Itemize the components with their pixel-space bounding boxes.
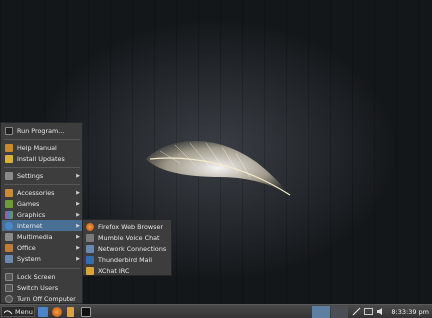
menu-item-label: Run Program... xyxy=(17,126,65,135)
submenu-item-label: Network Connections xyxy=(98,244,167,253)
network-icon xyxy=(86,244,94,253)
menu-item-lock-screen[interactable]: Lock Screen xyxy=(2,271,82,282)
menu-item-run-program[interactable]: Run Program... xyxy=(2,125,82,136)
menu-item-turn-off-computer[interactable]: Turn Off Computer xyxy=(2,293,82,304)
run-icon xyxy=(5,126,13,135)
switch-users-icon xyxy=(5,283,13,292)
submenu-arrow-icon: ▶ xyxy=(76,255,80,262)
mumble-icon xyxy=(86,233,94,242)
internet-icon xyxy=(5,221,13,230)
submenu-arrow-icon: ▶ xyxy=(76,222,80,229)
submenu-item-firefox[interactable]: Firefox Web Browser xyxy=(84,221,171,232)
taskbar: Menu 8:33:39 pm xyxy=(0,304,432,318)
settings-icon xyxy=(5,171,13,180)
firefox-launcher-icon[interactable] xyxy=(52,307,62,317)
menu-item-label: Help Manual xyxy=(17,143,57,152)
submenu-item-label: XChat IRC xyxy=(98,266,130,275)
submenu-arrow-icon: ▶ xyxy=(76,211,80,218)
menu-item-label: Multimedia xyxy=(17,232,53,241)
menu-separator xyxy=(4,184,80,185)
submenu-item-network-connections[interactable]: Network Connections xyxy=(84,243,171,254)
submenu-item-label: Thunderbird Mail xyxy=(98,255,153,264)
workspace-1[interactable] xyxy=(312,306,330,318)
application-menu: Run Program... Help Manual Install Updat… xyxy=(0,122,83,304)
system-icon xyxy=(5,254,13,263)
power-icon xyxy=(5,294,13,303)
submenu-item-label: Firefox Web Browser xyxy=(98,222,164,231)
submenu-arrow-icon: ▶ xyxy=(76,200,80,207)
menu-item-label: Graphics xyxy=(17,210,46,219)
submenu-arrow-icon: ▶ xyxy=(76,189,80,196)
menu-item-multimedia[interactable]: Multimedia ▶ xyxy=(2,231,82,242)
thunderbird-icon xyxy=(86,255,94,264)
menu-item-settings[interactable]: Settings ▶ xyxy=(2,170,82,181)
lock-icon xyxy=(5,272,13,281)
menu-separator xyxy=(4,268,80,269)
menu-item-label: Turn Off Computer xyxy=(17,294,76,303)
submenu-arrow-icon: ▶ xyxy=(76,244,80,251)
menu-item-label: Lock Screen xyxy=(17,272,56,281)
submenu-item-xchat[interactable]: XChat IRC xyxy=(84,265,171,276)
feather-logo-icon xyxy=(4,309,12,314)
menu-item-help-manual[interactable]: Help Manual xyxy=(2,142,82,153)
menu-item-label: Internet xyxy=(17,221,43,230)
menu-item-label: Accessories xyxy=(17,188,55,197)
menu-item-label: System xyxy=(17,254,41,263)
menu-item-games[interactable]: Games ▶ xyxy=(2,198,82,209)
menu-item-graphics[interactable]: Graphics ▶ xyxy=(2,209,82,220)
terminal-launcher-icon[interactable] xyxy=(81,307,91,317)
graphics-icon xyxy=(5,210,13,219)
menu-separator xyxy=(4,139,80,140)
workspace-switcher[interactable] xyxy=(312,306,348,318)
help-icon xyxy=(5,143,13,152)
menu-item-switch-users[interactable]: Switch Users xyxy=(2,282,82,293)
menu-item-label: Settings xyxy=(17,171,44,180)
clock[interactable]: 8:33:39 pm xyxy=(391,308,429,316)
multimedia-icon xyxy=(5,232,13,241)
workspace-2[interactable] xyxy=(330,306,348,318)
network-tray-icon[interactable] xyxy=(352,307,361,316)
menu-item-label: Install Updates xyxy=(17,154,65,163)
file-manager-launcher-icon[interactable] xyxy=(38,307,48,317)
accessories-icon xyxy=(5,188,13,197)
internet-submenu: Firefox Web Browser Mumble Voice Chat Ne… xyxy=(82,219,172,276)
menu-button-label: Menu xyxy=(15,307,33,316)
menu-item-label: Switch Users xyxy=(17,283,59,292)
feather-wallpaper-image xyxy=(146,140,291,196)
submenu-item-thunderbird[interactable]: Thunderbird Mail xyxy=(84,254,171,265)
menu-button[interactable]: Menu xyxy=(1,306,35,317)
menu-item-system[interactable]: System ▶ xyxy=(2,253,82,264)
games-icon xyxy=(5,199,13,208)
submenu-arrow-icon: ▶ xyxy=(76,233,80,240)
menu-item-install-updates[interactable]: Install Updates xyxy=(2,153,82,164)
volume-tray-icon[interactable] xyxy=(376,307,385,316)
menu-item-label: Office xyxy=(17,243,36,252)
menu-item-accessories[interactable]: Accessories ▶ xyxy=(2,187,82,198)
office-icon xyxy=(5,243,13,252)
firefox-icon xyxy=(86,222,94,231)
submenu-arrow-icon: ▶ xyxy=(76,172,80,179)
menu-item-internet[interactable]: Internet ▶ xyxy=(2,220,82,231)
updates-icon xyxy=(5,154,13,163)
xchat-icon xyxy=(86,266,94,275)
submenu-item-mumble[interactable]: Mumble Voice Chat xyxy=(84,232,171,243)
office-launcher-icon[interactable] xyxy=(67,307,74,317)
menu-item-office[interactable]: Office ▶ xyxy=(2,242,82,253)
submenu-item-label: Mumble Voice Chat xyxy=(98,233,160,242)
menu-separator xyxy=(4,167,80,168)
menu-item-label: Games xyxy=(17,199,40,208)
battery-tray-icon[interactable] xyxy=(364,308,373,315)
